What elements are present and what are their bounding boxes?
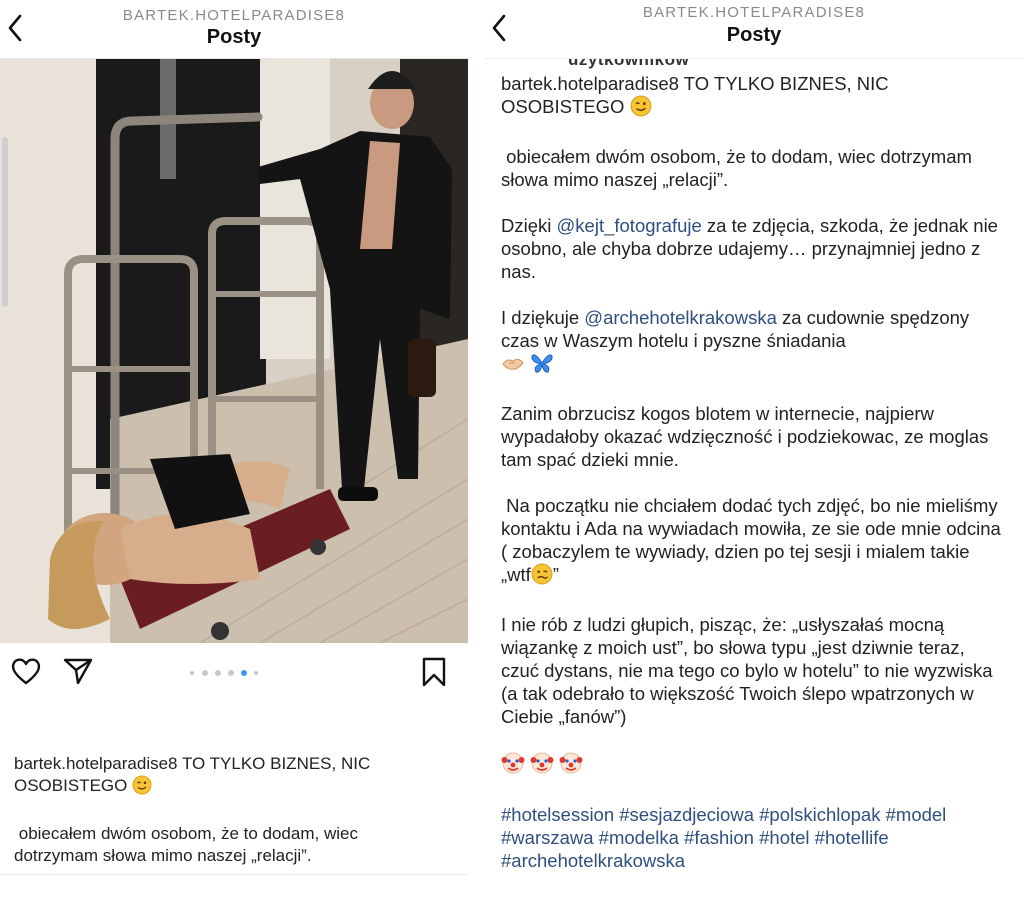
page-title: Posty xyxy=(726,24,782,46)
post-photo[interactable] xyxy=(0,59,468,643)
profile-username: BARTEK.HOTELPARADISE8 xyxy=(122,7,346,24)
mention-link[interactable]: @archehotelkrakowska xyxy=(584,307,777,328)
hashtags[interactable]: #hotelsession #sesjazdjeciowa #polskichl… xyxy=(501,803,1001,872)
wink-emoji xyxy=(630,95,652,122)
caption-paragraph: Na początku nie chciałem dodać tych zdję… xyxy=(501,495,1001,585)
right-screen: użytkowników BARTEK.HOTELPARADISE8 Posty… xyxy=(484,0,1024,917)
clown-emoji xyxy=(501,751,525,780)
caption-paragraph: Zanim obrzucisz kogos blotem w interneci… xyxy=(501,403,989,470)
caption-text: Dzięki xyxy=(501,215,557,236)
bookmark-icon[interactable] xyxy=(420,656,448,693)
mention-link[interactable]: @kejt_fotografuje xyxy=(557,215,702,236)
post-actions xyxy=(0,650,468,696)
left-screen: BARTEK.HOTELPARADISE8 Posty bartek.hotel… xyxy=(0,0,468,917)
caption-paragraph: obiecałem dwóm osobom, że to dodam, wiec… xyxy=(501,146,972,190)
caption-paragraph: obiecałem dwóm osobom, że to dodam, wiec… xyxy=(14,824,358,865)
post-caption: bartek.hotelparadise8 TO TYLKO BIZNES, N… xyxy=(14,753,444,867)
caption-text: ” xyxy=(552,564,559,585)
carousel-dot xyxy=(254,671,258,675)
heart-icon[interactable] xyxy=(10,656,42,691)
clown-emoji xyxy=(559,751,583,780)
share-icon[interactable] xyxy=(62,656,94,691)
top-bar: BARTEK.HOTELPARADISE8 Posty xyxy=(484,0,1024,59)
profile-username: BARTEK.HOTELPARADISE8 xyxy=(642,4,866,21)
top-bar: BARTEK.HOTELPARADISE8 Posty xyxy=(0,0,468,59)
clown-emoji xyxy=(530,751,554,780)
woozy-emoji xyxy=(531,563,553,590)
carousel-dot xyxy=(190,671,194,675)
caption-username[interactable]: bartek.hotelparadise8 xyxy=(14,754,178,773)
carousel-dot xyxy=(215,670,221,676)
page-title: Posty xyxy=(206,26,262,48)
wink-emoji xyxy=(132,775,152,801)
caption-text: I dziękuje xyxy=(501,307,585,328)
butterfly-emoji xyxy=(530,352,554,379)
handshake-emoji xyxy=(501,352,525,379)
scrollbar-thumb[interactable] xyxy=(2,137,8,307)
clown-emoji-row xyxy=(501,751,1001,780)
carousel-dot xyxy=(202,670,208,676)
caption-paragraph: I nie rób z ludzi głupich, pisząc, że: „… xyxy=(501,614,993,727)
carousel-dot-active xyxy=(241,670,247,676)
divider xyxy=(468,0,484,917)
divider xyxy=(0,874,468,875)
carousel-dot xyxy=(228,670,234,676)
post-caption-full: bartek.hotelparadise8 TO TYLKO BIZNES, N… xyxy=(501,72,1001,895)
caption-username[interactable]: bartek.hotelparadise8 xyxy=(501,73,679,94)
